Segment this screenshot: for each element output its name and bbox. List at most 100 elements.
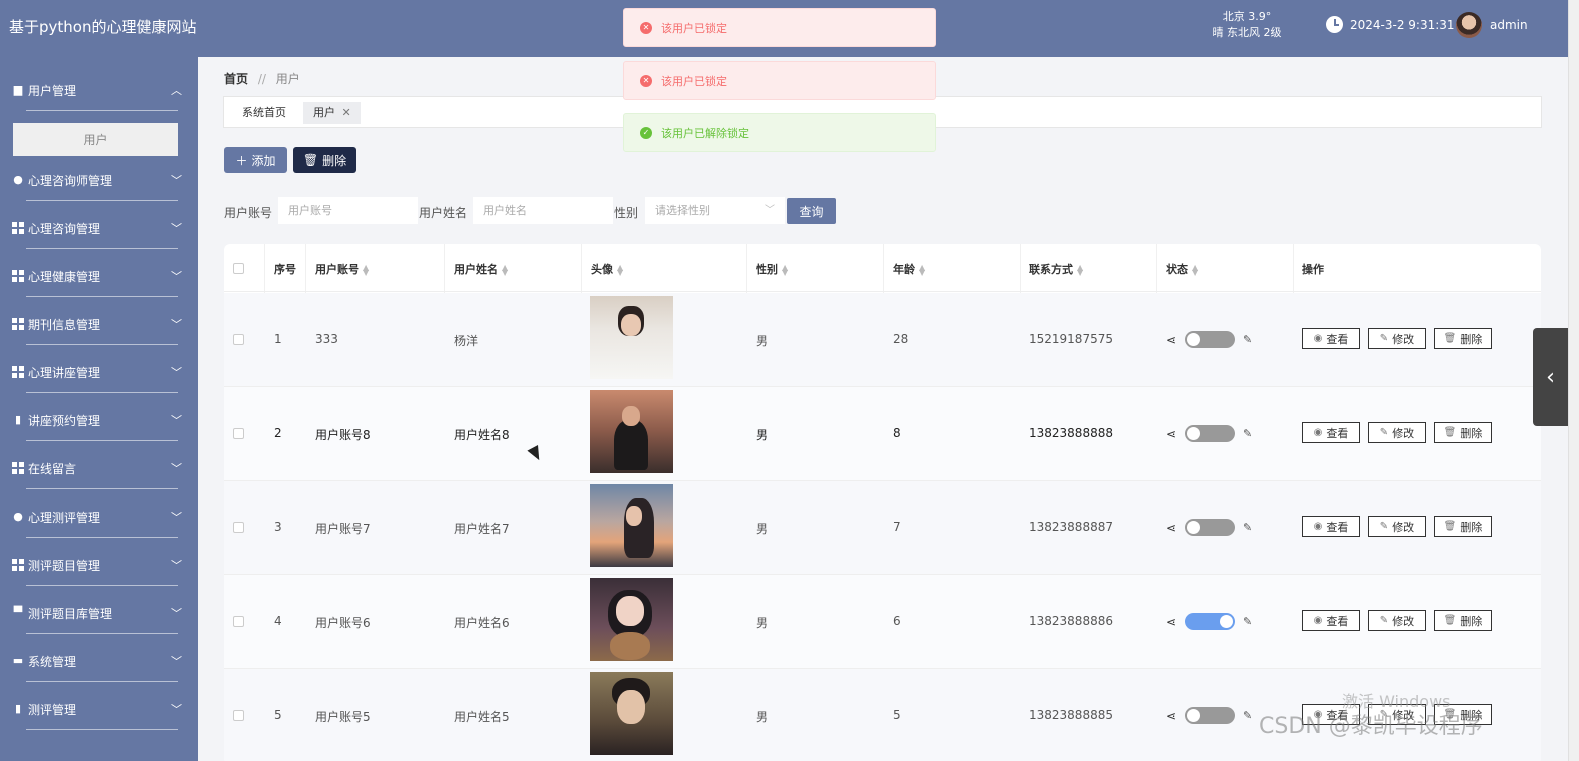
sidebar-item-consultation-management[interactable]: 心理咨询管理 ﹀ (0, 208, 198, 248)
menu-divider (26, 392, 178, 393)
header-gender[interactable]: 性别 ▲ ▼ (756, 261, 788, 277)
close-icon[interactable]: ✕ (342, 106, 351, 119)
avatar-image[interactable] (590, 390, 673, 473)
header-avatar[interactable]: 头像 ▲ ▼ (591, 261, 623, 277)
app-title: 基于python的心理健康网站 (9, 18, 197, 36)
avatar-image[interactable] (590, 578, 673, 661)
edit-pen-icon[interactable]: ✎ (1243, 521, 1252, 534)
cell-gender: 男 (756, 334, 769, 348)
header-name[interactable]: 用户姓名 ▲ ▼ (454, 261, 508, 277)
breadcrumb-home[interactable]: 首页 (224, 72, 248, 86)
tab-user[interactable]: 用户 ✕ (303, 102, 361, 124)
status-toggle[interactable] (1185, 519, 1235, 536)
sort-icon[interactable]: ▲ ▼ (782, 264, 788, 277)
sidebar-item-question-bank[interactable]: ▀ 测评题目库管理 ﹀ (0, 593, 198, 633)
share-icon[interactable]: ⋖ (1166, 709, 1176, 723)
sidebar-item-journal-management[interactable]: 期刊信息管理 ﹀ (0, 304, 198, 344)
row-checkbox[interactable] (233, 522, 244, 533)
avatar-image[interactable] (590, 296, 673, 379)
vertical-scrollbar[interactable] (1568, 0, 1579, 761)
status-toggle[interactable] (1185, 331, 1235, 348)
status-toggle[interactable] (1185, 707, 1235, 724)
delete-button[interactable]: 🗑 删除 (293, 147, 356, 173)
header-label: 头像 (591, 263, 613, 276)
edit-button[interactable]: ✎ 修改 (1368, 516, 1426, 537)
delete-label: 删除 (1460, 426, 1483, 440)
row-checkbox[interactable] (233, 334, 244, 345)
sidebar-item-lecture-booking[interactable]: ▮ 讲座预约管理 ﹀ (0, 400, 198, 440)
menu-divider (26, 296, 178, 297)
header-account[interactable]: 用户账号 ▲ ▼ (315, 261, 369, 277)
sort-icon[interactable]: ▲ ▼ (502, 264, 508, 277)
row-checkbox[interactable] (233, 428, 244, 439)
share-icon[interactable]: ⋖ (1166, 333, 1176, 347)
view-button[interactable]: ◉ 查看 (1302, 422, 1360, 443)
header-status[interactable]: 状态 ▲ ▼ (1166, 261, 1198, 277)
gender-label: 性别 (614, 206, 639, 220)
query-button[interactable]: 查询 (787, 198, 836, 224)
user-avatar[interactable] (1456, 12, 1482, 38)
sort-icon[interactable]: ▲ ▼ (363, 264, 369, 277)
toast-text: 该用户已锁定 (661, 21, 727, 35)
status-toggle[interactable] (1185, 613, 1235, 630)
sidebar-item-online-message[interactable]: 在线留言 ﹀ (0, 448, 198, 488)
photo-portrait (622, 406, 640, 426)
row-delete-button[interactable]: 🗑 删除 (1434, 328, 1492, 349)
sidebar-item-user-management[interactable]: ▆ 用户管理 ︿ (0, 70, 198, 110)
gender-select[interactable]: 请选择性别 ﹀ (645, 197, 785, 224)
clipboard-icon: ▮ (14, 413, 22, 426)
view-button[interactable]: ◉ 查看 (1302, 516, 1360, 537)
avatar-image[interactable] (590, 672, 673, 755)
table-row: 2 用户账号8 用户姓名8 男 8 13823888888 ⋖ ✎ ◉ 查看 ✎ 修… (224, 387, 1541, 481)
account-search-input[interactable]: 用户账号 (278, 197, 418, 224)
sort-icon[interactable]: ▲ ▼ (617, 264, 623, 277)
header-age[interactable]: 年龄 ▲ ▼ (893, 261, 925, 277)
photo-portrait (626, 506, 642, 526)
photo-portrait (617, 690, 645, 724)
sort-icon[interactable]: ▲ ▼ (1192, 264, 1198, 277)
collapse-panel-handle[interactable]: ‹ (1533, 328, 1568, 426)
name-search-input[interactable]: 用户姓名 (473, 197, 613, 224)
share-icon[interactable]: ⋖ (1166, 521, 1176, 535)
sidebar-item-counselor-management[interactable]: ● 心理咨询师管理 ﹀ (0, 160, 198, 200)
row-checkbox[interactable] (233, 710, 244, 721)
select-all-checkbox[interactable] (233, 263, 244, 274)
sidebar-subitem-user[interactable]: 用户 (13, 123, 178, 156)
row-checkbox[interactable] (233, 616, 244, 627)
sort-icon[interactable]: ▲ ▼ (919, 264, 925, 277)
row-delete-button[interactable]: 🗑 删除 (1434, 610, 1492, 631)
grid-icon (12, 222, 24, 234)
edit-pen-icon[interactable]: ✎ (1243, 615, 1252, 628)
add-button[interactable]: ＋ 添加 (224, 147, 287, 173)
sidebar-item-health-management[interactable]: 心理健康管理 ﹀ (0, 256, 198, 296)
sidebar-item-lecture-management[interactable]: 心理讲座管理 ﹀ (0, 352, 198, 392)
view-button[interactable]: ◉ 查看 (1302, 610, 1360, 631)
view-button[interactable]: ◉ 查看 (1302, 328, 1360, 349)
table-row: 1 333 杨洋 男 28 15219187575 ⋖ ✎ ◉ 查看 ✎ 修改 🗑 删… (224, 293, 1541, 387)
cell-account: 333 (315, 332, 338, 346)
breadcrumb-separator: // (257, 72, 266, 86)
sidebar-item-assessment-management[interactable]: ● 心理测评管理 ﹀ (0, 497, 198, 537)
grid-icon (12, 462, 24, 474)
avatar-image[interactable] (590, 484, 673, 567)
share-icon[interactable]: ⋖ (1166, 427, 1176, 441)
edit-button[interactable]: ✎ 修改 (1368, 328, 1426, 349)
toggle-knob (1187, 333, 1200, 346)
sort-icon[interactable]: ▲ ▼ (1077, 264, 1083, 277)
status-toggle[interactable] (1185, 425, 1235, 442)
sidebar-item-question-management[interactable]: 测评题目管理 ﹀ (0, 545, 198, 585)
sidebar-item-system-management[interactable]: ▬ 系统管理 ﹀ (0, 641, 198, 681)
share-icon[interactable]: ⋖ (1166, 615, 1176, 629)
edit-button[interactable]: ✎ 修改 (1368, 422, 1426, 443)
cell-name: 用户姓名5 (454, 710, 510, 724)
row-delete-button[interactable]: 🗑 删除 (1434, 516, 1492, 537)
row-delete-button[interactable]: 🗑 删除 (1434, 422, 1492, 443)
tab-home[interactable]: 系统首页 (232, 102, 296, 124)
sidebar-item-evaluation-management[interactable]: ▮ 测评管理 ﹀ (0, 689, 198, 729)
header-phone[interactable]: 联系方式 ▲ ▼ (1029, 261, 1083, 277)
edit-pen-icon[interactable]: ✎ (1243, 333, 1252, 346)
edit-pen-icon[interactable]: ✎ (1243, 709, 1252, 722)
edit-button[interactable]: ✎ 修改 (1368, 610, 1426, 631)
username[interactable]: admin (1490, 18, 1528, 32)
edit-pen-icon[interactable]: ✎ (1243, 427, 1252, 440)
